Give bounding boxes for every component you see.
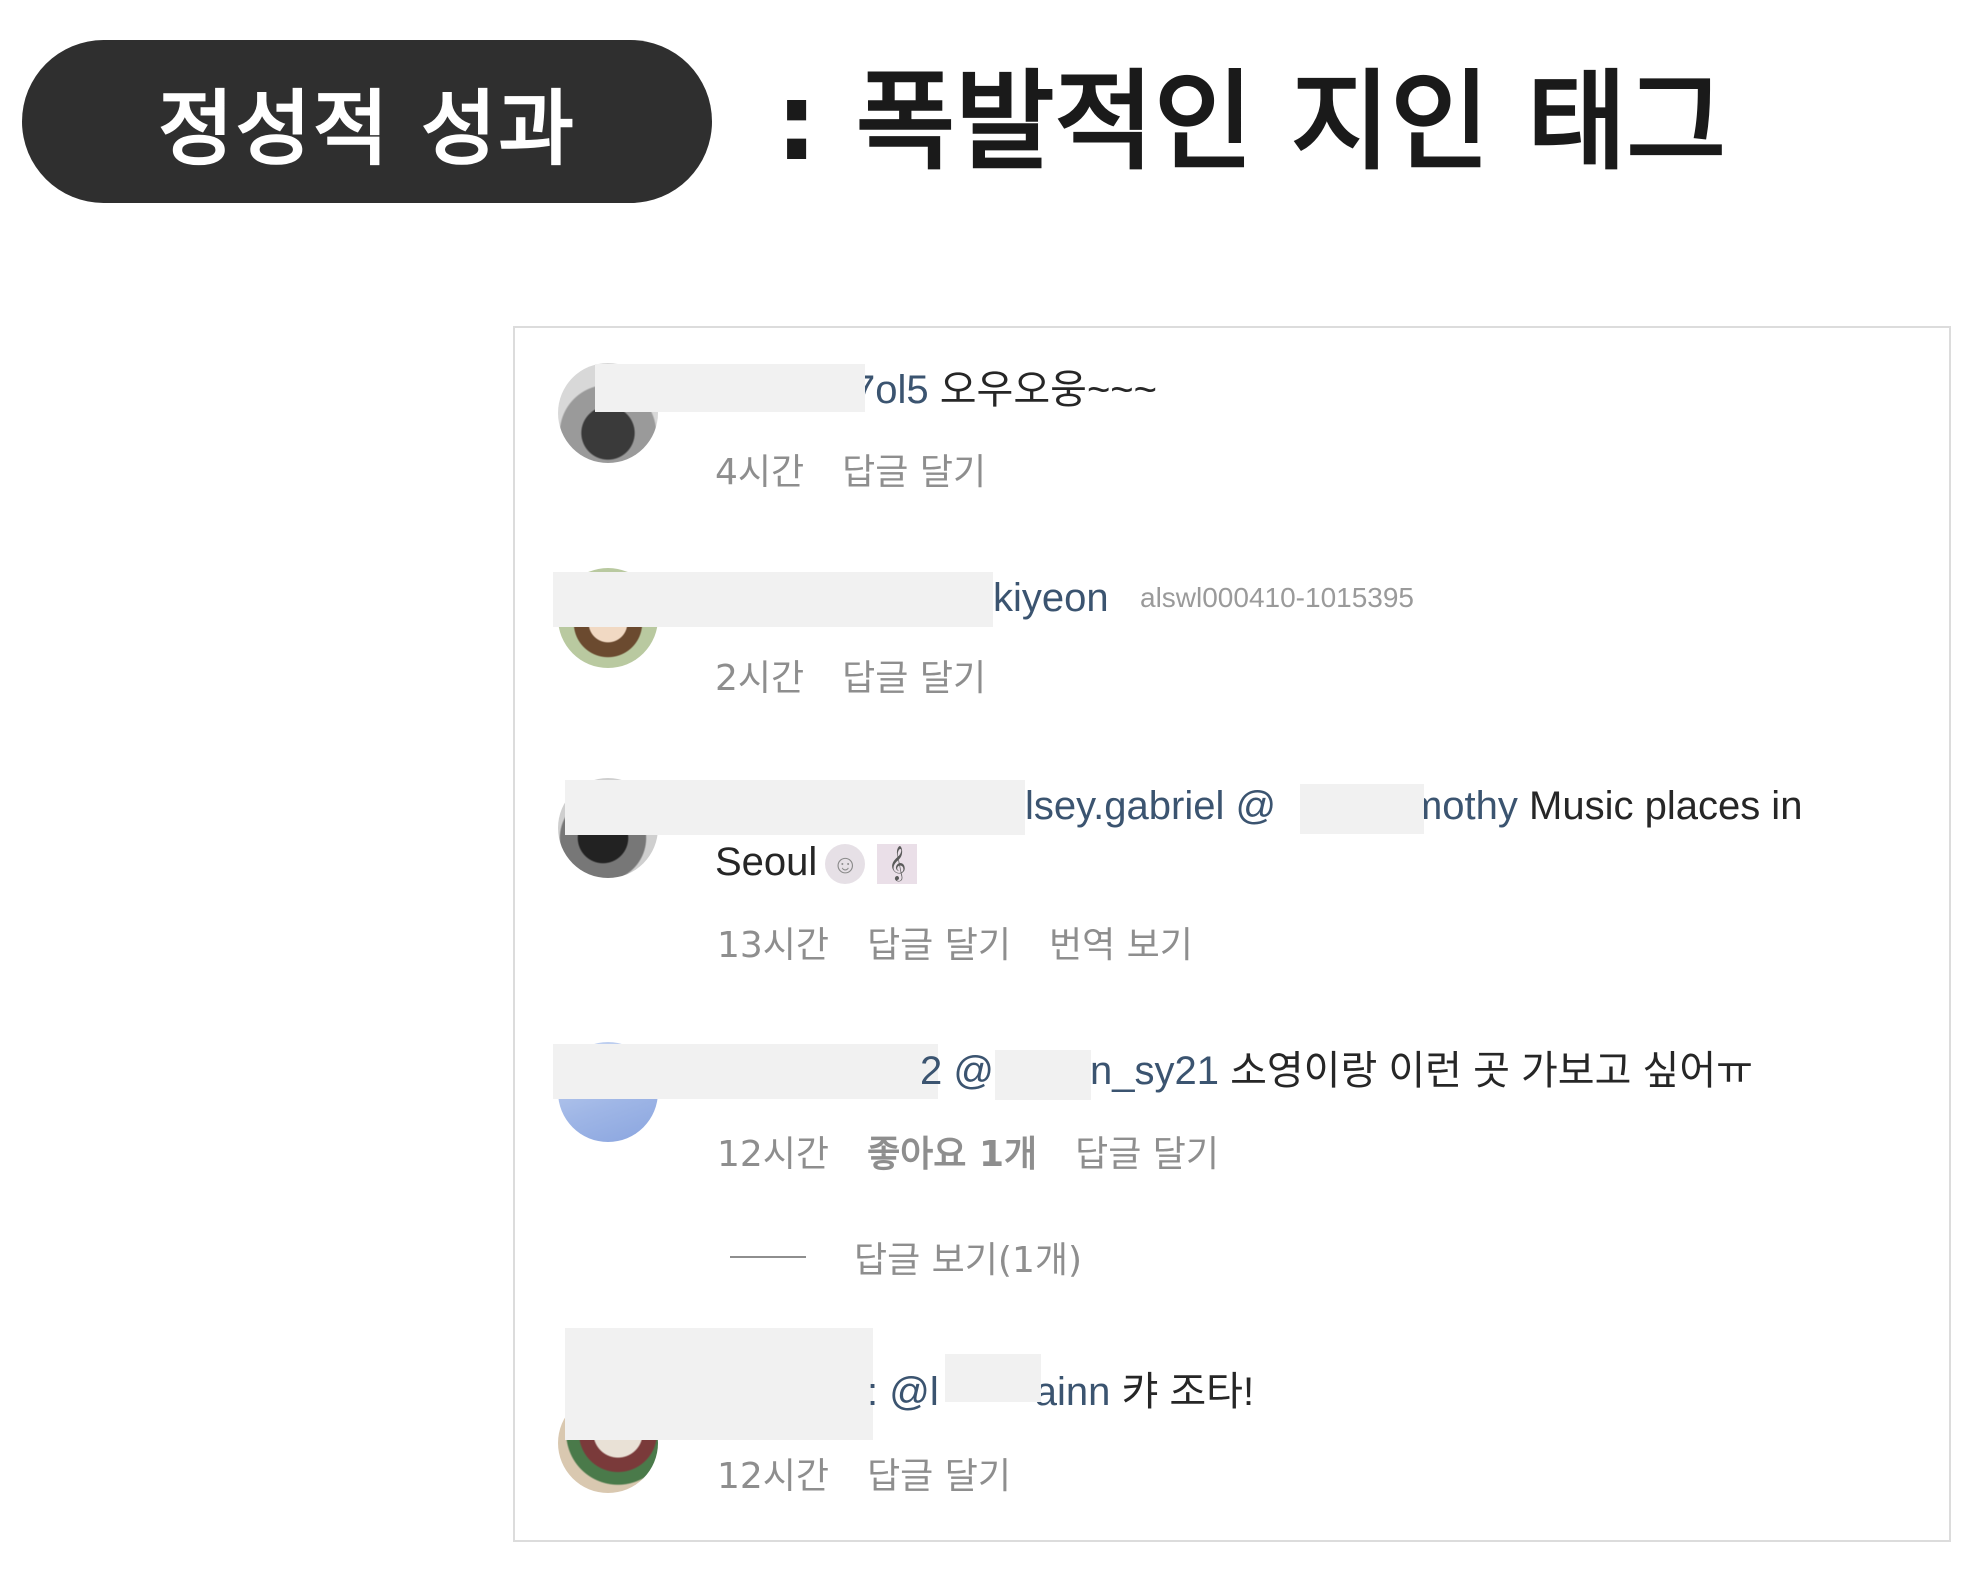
comment-3-translate-button[interactable]: 번역 보기 — [1049, 916, 1193, 968]
comments-panel: 7ol5 오우오웅~~~ 4시간 답글 달기 kiyeon alswl00041… — [513, 326, 1951, 1542]
smiley-emoji-icon: ☺ — [825, 844, 866, 885]
comment-2-meta: 2시간 답글 달기 — [715, 649, 986, 701]
comment-5-time: 12시간 — [717, 1456, 830, 1497]
view-replies-label[interactable]: 답글 보기(1개) — [854, 1231, 1082, 1283]
comment-1-meta: 4시간 답글 달기 — [715, 443, 986, 495]
comment-4-username[interactable]: 2 — [920, 1049, 942, 1093]
comment-3-text: Music places in — [1517, 784, 1803, 828]
comment-4-meta: 12시간 좋아요 1개 답글 달기 — [717, 1125, 1219, 1177]
comment-4-reply-button[interactable]: 답글 달기 — [1075, 1125, 1219, 1177]
section-label-pill: 정성적 성과 — [22, 40, 712, 203]
comment-5-mention-prefix[interactable]: @l — [878, 1370, 939, 1414]
section-label: 정성적 성과 — [158, 82, 576, 177]
comment-2-reply-button[interactable]: 답글 달기 — [842, 649, 986, 701]
comment-3-username[interactable]: lsey.gabriel — [1025, 784, 1224, 828]
comment-3-text-line2: Seoul — [715, 840, 818, 884]
comment-4-likes[interactable]: 좋아요 1개 — [867, 1125, 1037, 1177]
comment-4-text: 소영이랑 이런 곳 가보고 싶어ㅠ — [1218, 1049, 1753, 1093]
comment-4-mention-prefix[interactable]: @ — [942, 1049, 994, 1093]
comment-3-mention-prefix[interactable]: @ — [1224, 784, 1276, 828]
redaction-box — [565, 780, 1025, 835]
comment-1-reply-button[interactable]: 답글 달기 — [842, 443, 986, 495]
comment-5-meta: 12시간 답글 달기 — [717, 1447, 1011, 1499]
comment-2-username[interactable]: kiyeon — [993, 576, 1109, 620]
view-replies-button[interactable]: 답글 보기(1개) — [730, 1231, 1082, 1283]
comment-5-text: 캬 조타! — [1110, 1370, 1255, 1414]
page-title: : 폭발적인 지인 태그 — [775, 60, 1726, 185]
comment-5-reply-button[interactable]: 답글 달기 — [867, 1447, 1011, 1499]
comment-1-time: 4시간 — [715, 452, 805, 493]
redaction-box — [1300, 784, 1424, 834]
redaction-box — [565, 1328, 873, 1440]
redaction-box — [995, 1050, 1091, 1100]
redaction-box — [945, 1354, 1041, 1402]
comment-5-body: : @l ainn 캬 조타! — [867, 1366, 1254, 1418]
comment-2-body: kiyeon — [993, 572, 1109, 624]
comment-3-time: 13시간 — [717, 925, 830, 966]
comment-3-reply-button[interactable]: 답글 달기 — [867, 916, 1011, 968]
comment-4-time: 12시간 — [717, 1134, 830, 1175]
divider-line — [730, 1256, 806, 1258]
music-note-emoji-icon: 𝄞 — [877, 844, 918, 885]
redaction-box — [595, 364, 865, 412]
comment-3-body-line2: Seoul ☺ 𝄞 — [715, 836, 918, 888]
watermark-text: alswl000410-1015395 — [1140, 582, 1414, 613]
comment-5-username[interactable]: : — [867, 1370, 878, 1414]
redaction-box — [553, 572, 993, 627]
comment-3-meta: 13시간 답글 달기 번역 보기 — [717, 916, 1193, 968]
redaction-box — [553, 1044, 938, 1099]
comment-2-time: 2시간 — [715, 658, 805, 699]
comment-1-text: 오우오웅~~~ — [928, 368, 1158, 412]
